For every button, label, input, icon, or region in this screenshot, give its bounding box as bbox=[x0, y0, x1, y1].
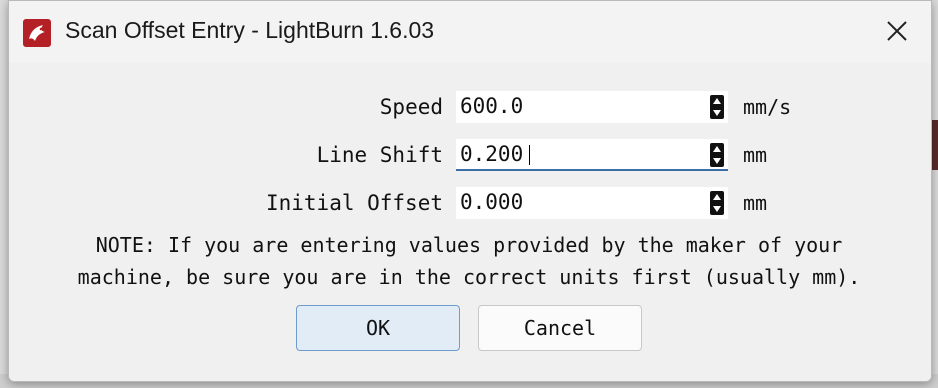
speed-unit: mm/s bbox=[743, 95, 792, 119]
close-button[interactable] bbox=[875, 11, 919, 51]
line-shift-input[interactable] bbox=[460, 139, 700, 169]
line-shift-spinner[interactable] bbox=[710, 143, 724, 167]
speed-label: Speed bbox=[379, 95, 443, 119]
line-shift-row: Line Shift mm bbox=[9, 139, 931, 171]
ok-button[interactable]: OK bbox=[296, 305, 460, 351]
note-line-1: NOTE: If you are entering values provide… bbox=[95, 233, 843, 257]
text-caret bbox=[529, 145, 530, 165]
spin-down-icon[interactable] bbox=[713, 206, 721, 212]
initial-offset-spinner[interactable] bbox=[710, 191, 724, 215]
line-shift-unit: mm bbox=[743, 143, 768, 167]
initial-offset-label: Initial Offset bbox=[265, 191, 443, 215]
initial-offset-input[interactable] bbox=[460, 187, 700, 217]
title-bar: Scan Offset Entry - LightBurn 1.6.03 bbox=[9, 1, 931, 63]
lightburn-logo-icon bbox=[23, 19, 51, 47]
initial-offset-unit: mm bbox=[743, 191, 768, 215]
window-title: Scan Offset Entry - LightBurn 1.6.03 bbox=[65, 17, 435, 43]
cancel-button[interactable]: Cancel bbox=[478, 305, 642, 351]
close-icon bbox=[887, 21, 907, 41]
initial-offset-field[interactable] bbox=[456, 187, 728, 219]
line-shift-label: Line Shift bbox=[316, 143, 443, 167]
spin-up-icon[interactable] bbox=[713, 146, 721, 152]
speed-spinner[interactable] bbox=[710, 95, 724, 119]
spin-down-icon[interactable] bbox=[713, 110, 721, 116]
note-line-2: machine, be sure you are in the correct … bbox=[77, 265, 861, 289]
speed-input[interactable] bbox=[460, 91, 700, 121]
scan-offset-dialog: Scan Offset Entry - LightBurn 1.6.03 Spe… bbox=[8, 0, 932, 382]
dialog-body: Speed mm/s Line Shift mm bbox=[9, 63, 931, 381]
spin-down-icon[interactable] bbox=[713, 158, 721, 164]
line-shift-field[interactable] bbox=[456, 139, 728, 171]
speed-field[interactable] bbox=[456, 91, 728, 123]
speed-row: Speed mm/s bbox=[9, 91, 931, 123]
spin-up-icon[interactable] bbox=[713, 98, 721, 104]
units-note: NOTE: If you are entering values provide… bbox=[29, 229, 909, 293]
spin-up-icon[interactable] bbox=[713, 194, 721, 200]
initial-offset-row: Initial Offset mm bbox=[9, 187, 931, 219]
